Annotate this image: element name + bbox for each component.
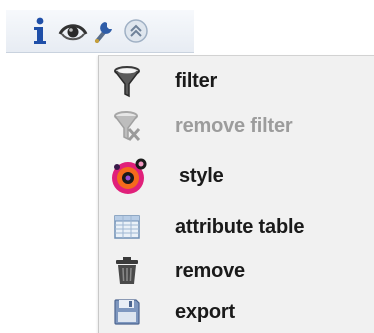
remove-filter-icon (107, 106, 147, 146)
menu-item-label: filter (175, 69, 218, 92)
menu-item-attribute-table[interactable]: attribute table (99, 206, 374, 248)
layer-context-menu: filter remove filter style attribute tab… (98, 55, 374, 333)
collapse-chevron-icon[interactable] (122, 16, 150, 46)
menu-item-filter[interactable]: filter (99, 60, 374, 102)
layer-toolbar (0, 0, 250, 58)
menu-item-export[interactable]: export (99, 291, 374, 333)
menu-item-label: export (175, 300, 235, 323)
menu-item-label: remove (175, 259, 245, 282)
menu-item-remove[interactable]: remove (99, 250, 374, 292)
menu-item-style[interactable]: style (99, 152, 374, 200)
filter-funnel-icon (107, 61, 147, 101)
export-floppy-icon (107, 292, 147, 332)
menu-item-remove-filter: remove filter (99, 105, 374, 147)
stage: filter remove filter style attribute tab… (0, 0, 374, 333)
trash-icon (107, 251, 147, 291)
settings-wrench-icon[interactable] (90, 16, 118, 46)
menu-item-label: remove filter (175, 114, 293, 137)
menu-item-label: attribute table (175, 215, 305, 238)
style-palette-icon (107, 154, 151, 198)
menu-item-label: style (179, 164, 224, 187)
visibility-eye-icon[interactable] (58, 16, 88, 46)
info-icon[interactable] (26, 16, 54, 46)
attribute-table-icon (107, 207, 147, 247)
